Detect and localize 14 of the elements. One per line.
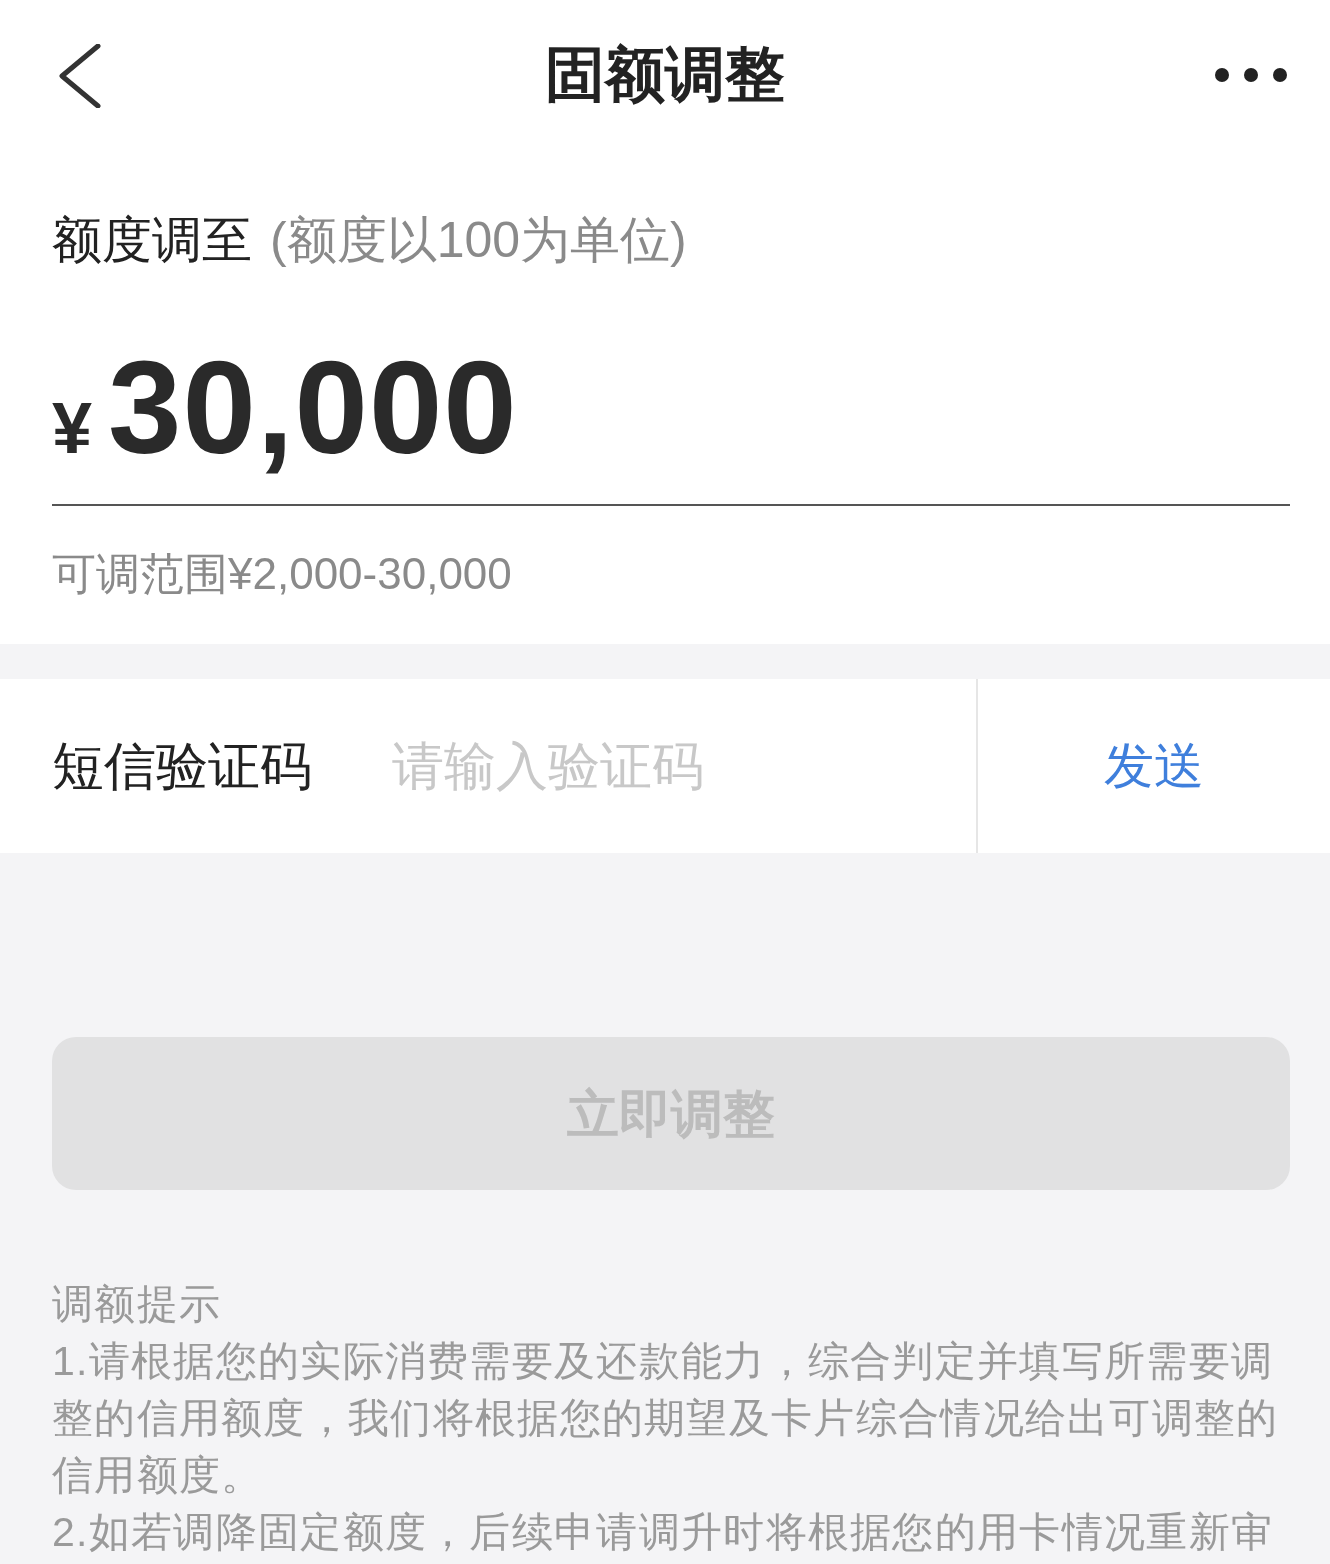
limit-label: 额度调至 (52, 211, 252, 270)
sms-code-label: 短信验证码 (0, 679, 392, 853)
range-hint: 可调范围¥2,000-30,000 (52, 549, 513, 599)
more-button[interactable] (1214, 67, 1288, 83)
amount-field[interactable]: ¥30,000 (52, 342, 1290, 506)
send-button[interactable]: 发送 (976, 679, 1330, 853)
unit-hint: (额度以100为单位) (270, 211, 687, 270)
tip-text: 2.如若调降固定额度，后续申请调升时将根据您的用卡情况重新审 (52, 1508, 1275, 1557)
tips-title: 调额提示 (52, 1280, 223, 1329)
page-title: 固额调整 (545, 45, 785, 105)
back-button[interactable] (58, 44, 102, 108)
more-icon (1214, 67, 1288, 83)
tip-text: 1.请根据您的实际消费需要及还款能力，综合判定并填写所需要调整的信用额度，我们将根据您的期望及卡片综合情况给出可调整的信用额度。 (52, 1337, 1280, 1500)
back-icon (58, 44, 102, 108)
